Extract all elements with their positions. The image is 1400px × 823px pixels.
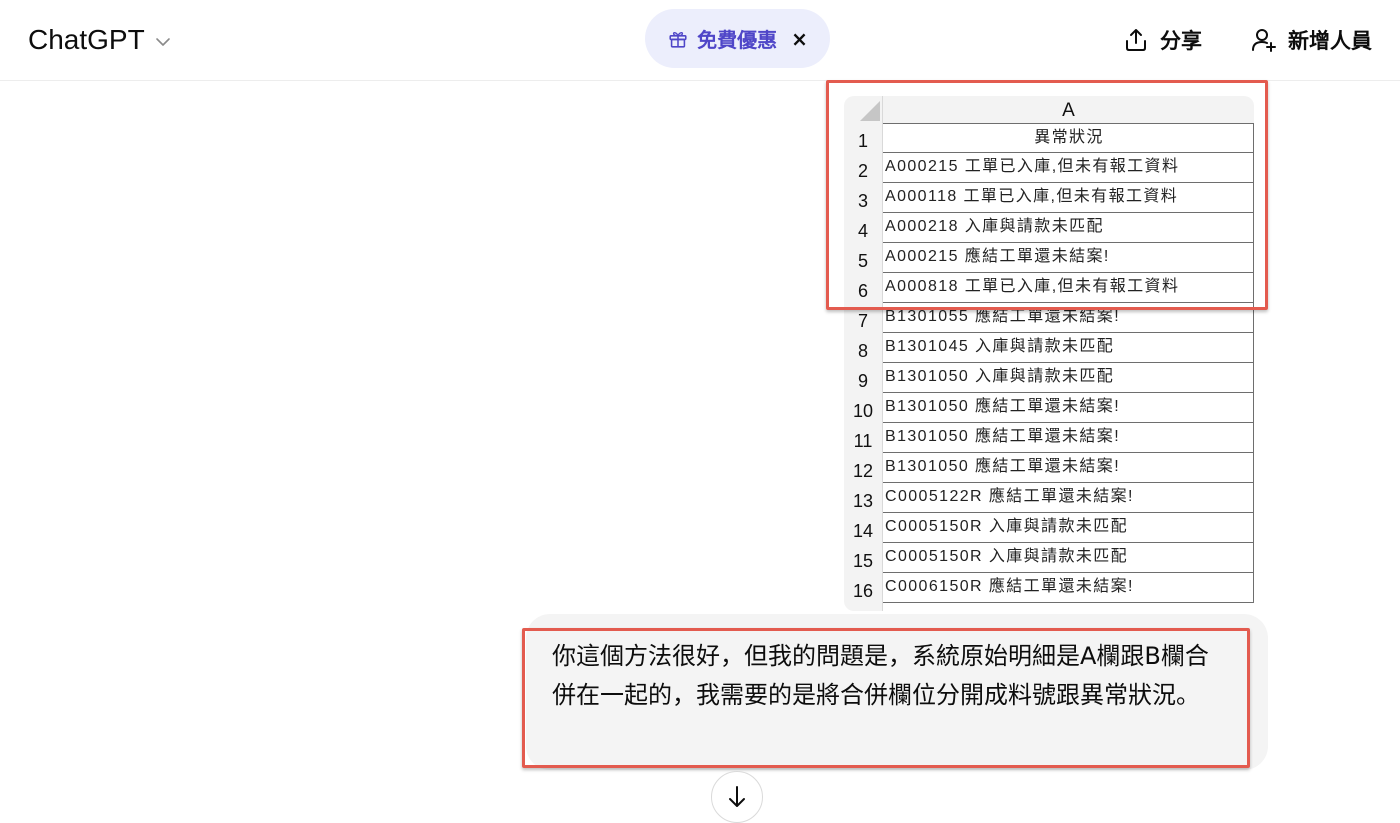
user-message-text: 你這個方法很好，但我的問題是，系統原始明細是A欄跟B欄合併在一起的，我需要的是將… bbox=[552, 642, 1209, 709]
spreadsheet-cell: A000818 工單已入庫,但未有報工資料 bbox=[883, 273, 1254, 303]
top-bar: ChatGPT 免費優惠 × 分享 新增人員 bbox=[0, 0, 1400, 81]
row-number: 13 bbox=[844, 483, 883, 513]
spreadsheet-cell: A000215 應結工單還未結案! bbox=[883, 243, 1254, 273]
arrow-down-icon bbox=[729, 786, 745, 807]
spreadsheet-cell: A000215 工單已入庫,但未有報工資料 bbox=[883, 153, 1254, 183]
select-all-corner bbox=[844, 96, 883, 123]
spreadsheet-cell: B1301050 應結工單還未結案! bbox=[883, 393, 1254, 423]
spreadsheet-cell: B1301050 入庫與請款未匹配 bbox=[883, 363, 1254, 393]
free-offer-label: 免費優惠 bbox=[697, 28, 778, 52]
row-number: 14 bbox=[844, 513, 883, 543]
spreadsheet-row: 4 A000218 入庫與請款未匹配 bbox=[844, 213, 1254, 243]
spreadsheet-row: 12 B1301050 應結工單還未結案! bbox=[844, 453, 1254, 483]
share-button[interactable]: 分享 bbox=[1122, 20, 1202, 60]
spreadsheet-cell: B1301050 應結工單還未結案! bbox=[883, 453, 1254, 483]
row-number: 8 bbox=[844, 333, 883, 363]
row-number: 7 bbox=[844, 303, 883, 333]
spreadsheet-row: 11 B1301050 應結工單還未結案! bbox=[844, 423, 1254, 453]
spreadsheet-row: 9 B1301050 入庫與請款未匹配 bbox=[844, 363, 1254, 393]
row-number: 6 bbox=[844, 273, 883, 303]
spreadsheet-cell: B1301055 應結工單還未結案! bbox=[883, 303, 1254, 333]
spreadsheet-cell: 異常狀況 bbox=[883, 123, 1254, 153]
row-number: 12 bbox=[844, 453, 883, 483]
spreadsheet-tail bbox=[844, 603, 1254, 611]
row-number: 10 bbox=[844, 393, 883, 423]
spreadsheet-row: 13 C0005122R 應結工單還未結案! bbox=[844, 483, 1254, 513]
spreadsheet-cell: A000118 工單已入庫,但未有報工資料 bbox=[883, 183, 1254, 213]
gift-icon bbox=[669, 31, 687, 48]
spreadsheet-row: 5 A000215 應結工單還未結案! bbox=[844, 243, 1254, 273]
add-person-icon bbox=[1252, 29, 1276, 52]
row-number: 3 bbox=[844, 183, 883, 213]
row-number: 9 bbox=[844, 363, 883, 393]
spreadsheet-header-row: A bbox=[844, 96, 1254, 123]
spreadsheet-row: 15 C0005150R 入庫與請款未匹配 bbox=[844, 543, 1254, 573]
row-number: 16 bbox=[844, 573, 883, 603]
spreadsheet-row: 3 A000118 工單已入庫,但未有報工資料 bbox=[844, 183, 1254, 213]
promo-close-button[interactable]: × bbox=[791, 27, 808, 51]
spreadsheet-cell: B1301050 應結工單還未結案! bbox=[883, 423, 1254, 453]
spreadsheet-rows: 1 異常狀況 2 A000215 工單已入庫,但未有報工資料 3 A000118 工單已入… bbox=[844, 123, 1254, 603]
model-name: ChatGPT bbox=[28, 24, 145, 55]
add-people-label: 新增人員 bbox=[1288, 29, 1372, 53]
spreadsheet-row: 8 B1301045 入庫與請款未匹配 bbox=[844, 333, 1254, 363]
spreadsheet-row: 14 C0005150R 入庫與請款未匹配 bbox=[844, 513, 1254, 543]
share-icon bbox=[1126, 29, 1146, 51]
spreadsheet-row: 10 B1301050 應結工單還未結案! bbox=[844, 393, 1254, 423]
spreadsheet-cell: C0005122R 應結工單還未結案! bbox=[883, 483, 1254, 513]
spreadsheet-row: 16 C0006150R 應結工單還未結案! bbox=[844, 573, 1254, 603]
row-number: 2 bbox=[844, 153, 883, 183]
scroll-down-button[interactable] bbox=[711, 771, 763, 823]
row-number: 1 bbox=[844, 123, 883, 153]
free-offer-pill[interactable]: 免費優惠 × bbox=[645, 9, 830, 68]
spreadsheet-row: 7 B1301055 應結工單還未結案! bbox=[844, 303, 1254, 333]
spreadsheet-cell: C0006150R 應結工單還未結案! bbox=[883, 573, 1254, 603]
chevron-down-icon bbox=[155, 38, 170, 46]
spreadsheet-row: 1 異常狀況 bbox=[844, 123, 1254, 153]
column-header-a: A bbox=[883, 96, 1254, 123]
spreadsheet-image[interactable]: A 1 異常狀況 2 A000215 工單已入庫,但未有報工資料 3 A000118 工單… bbox=[844, 96, 1254, 611]
spreadsheet-cell: B1301045 入庫與請款未匹配 bbox=[883, 333, 1254, 363]
add-people-button[interactable]: 新增人員 bbox=[1250, 20, 1372, 60]
spreadsheet-cell: C0005150R 入庫與請款未匹配 bbox=[883, 513, 1254, 543]
spreadsheet-row: 6 A000818 工單已入庫,但未有報工資料 bbox=[844, 273, 1254, 303]
row-number: 5 bbox=[844, 243, 883, 273]
row-number: 15 bbox=[844, 543, 883, 573]
row-number: 11 bbox=[844, 423, 883, 453]
share-label: 分享 bbox=[1160, 29, 1202, 53]
spreadsheet-row: 2 A000215 工單已入庫,但未有報工資料 bbox=[844, 153, 1254, 183]
spreadsheet-cell: A000218 入庫與請款未匹配 bbox=[883, 213, 1254, 243]
row-number: 4 bbox=[844, 213, 883, 243]
model-selector[interactable]: ChatGPT bbox=[28, 20, 173, 60]
spreadsheet-cell: C0005150R 入庫與請款未匹配 bbox=[883, 543, 1254, 573]
